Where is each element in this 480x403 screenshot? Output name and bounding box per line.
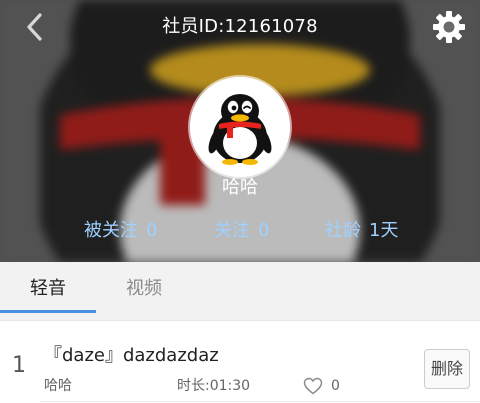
list-item[interactable]: 1 『daze』dazdazdaz 哈哈 时长:01:30 0 删除: [0, 321, 480, 403]
settings-button[interactable]: [430, 8, 468, 46]
divider: [40, 401, 480, 402]
member-id: 社员ID:12161078: [162, 16, 318, 37]
tab-video[interactable]: 视频: [96, 262, 192, 320]
followers-label: 被关注: [84, 220, 138, 241]
back-button[interactable]: [18, 10, 52, 44]
followers-count: 0: [146, 220, 158, 241]
like-count: 0: [331, 378, 340, 394]
like-button[interactable]: 0: [303, 375, 340, 397]
member-age-stat: 社龄 1天: [325, 218, 398, 244]
heart-icon: [303, 377, 323, 395]
list-item-index: 1: [12, 353, 26, 378]
following-count: 0: [258, 220, 270, 241]
chevron-left-icon: [27, 13, 42, 41]
list-item-author: 哈哈: [44, 378, 72, 394]
following-label: 关注: [214, 220, 250, 241]
following-stat[interactable]: 关注 0: [214, 218, 269, 244]
penguin-avatar-icon: [190, 77, 290, 177]
avatar[interactable]: [190, 77, 290, 177]
list-item-title[interactable]: 『daze』dazdazdaz: [44, 344, 404, 368]
member-age-value: 1天: [369, 220, 399, 241]
list-item-duration: 时长:01:30: [177, 378, 251, 394]
delete-button[interactable]: 删除: [424, 349, 470, 389]
profile-header: 社员ID:12161078 哈哈 被关注 0 关注 0 社龄 1天: [0, 0, 480, 262]
gear-icon: [433, 11, 465, 43]
followers-stat[interactable]: 被关注 0: [84, 218, 157, 244]
active-tab-indicator: [0, 310, 96, 313]
nickname: 哈哈: [222, 177, 258, 198]
member-age-label: 社龄: [325, 220, 361, 241]
